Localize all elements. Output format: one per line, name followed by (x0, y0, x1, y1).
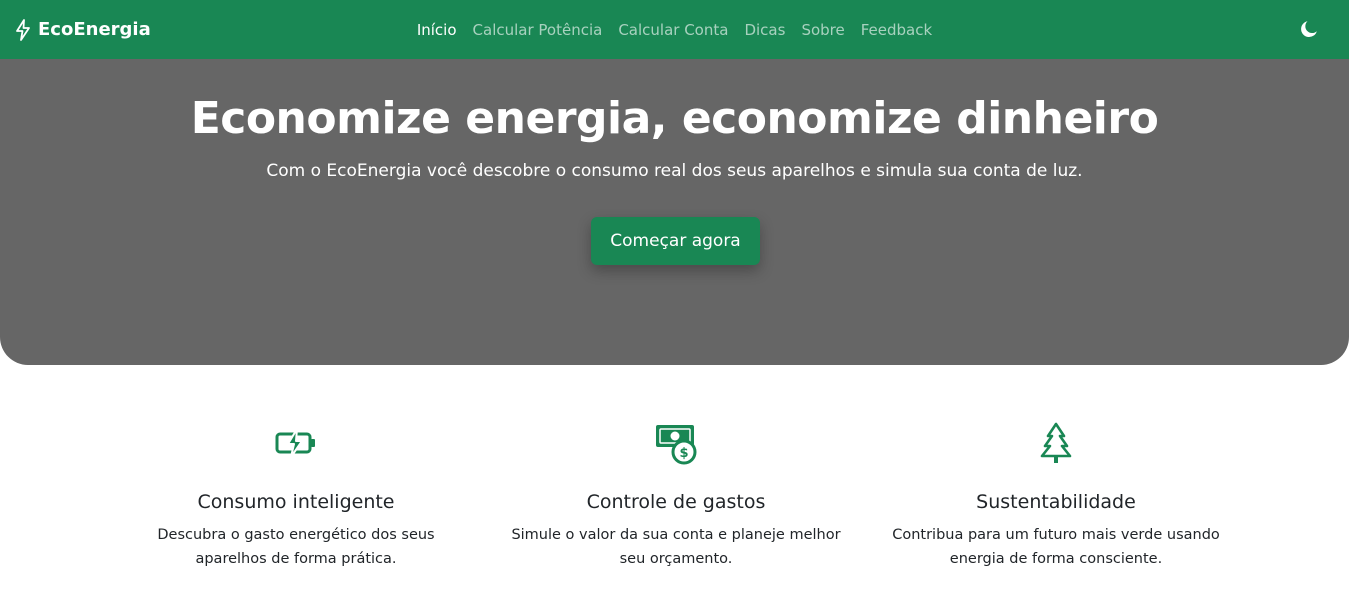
svg-text:$: $ (679, 446, 688, 461)
feature-title: Consumo inteligente (197, 491, 395, 513)
theme-toggle-button[interactable] (1297, 17, 1321, 41)
feature-title: Controle de gastos (586, 491, 766, 513)
nav-link-calcular-conta[interactable]: Calcular Conta (610, 21, 736, 39)
navbar: EcoEnergia Início Calcular Potência Calc… (0, 0, 1349, 59)
nav-link-dicas[interactable]: Dicas (736, 21, 793, 39)
nav-link-calcular-potencia[interactable]: Calcular Potência (465, 21, 611, 39)
features-section: Consumo inteligente Descubra o gasto ene… (0, 365, 1349, 605)
nav-link-inicio[interactable]: Início (409, 21, 465, 39)
feature-title: Sustentabilidade (976, 491, 1136, 513)
hero-title: Economize energia, economize dinheiro (190, 93, 1159, 144)
moon-icon (1301, 21, 1317, 38)
tree-icon (1040, 422, 1072, 463)
battery-charging-icon (275, 428, 315, 458)
nav-link-sobre[interactable]: Sobre (793, 21, 852, 39)
nav-link-feedback[interactable]: Feedback (853, 21, 940, 39)
feature-text: Simule o valor da sua conta e planeje me… (511, 527, 841, 567)
nav-links: Início Calcular Potência Calcular Conta … (0, 0, 1349, 59)
hero-section: Economize energia, economize dinheiro Co… (0, 59, 1349, 365)
feature-text: Contribua para um futuro mais verde usan… (892, 527, 1220, 567)
start-now-button[interactable]: Começar agora (591, 217, 760, 265)
cash-coin-icon: $ (656, 425, 697, 465)
feature-text: Descubra o gasto energético dos seus apa… (157, 527, 435, 567)
hero-subtitle: Com o EcoEnergia você descobre o consumo… (266, 161, 1083, 181)
